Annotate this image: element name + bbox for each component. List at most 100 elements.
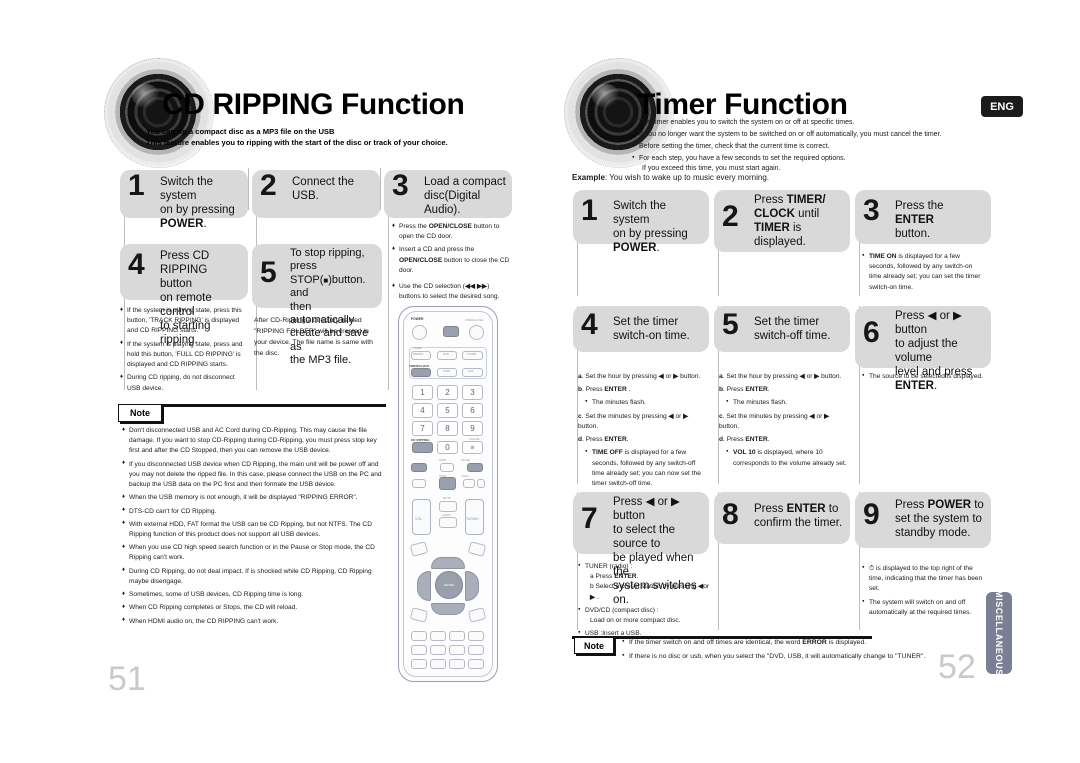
- right-step7-sub: TUNER (radio) : a Press ENTER. b Select …: [578, 562, 710, 643]
- left-step-2-number: 2: [260, 169, 277, 202]
- right-step5-b-note: The minutes flash.: [719, 398, 849, 408]
- remote-rewind-button[interactable]: [412, 479, 426, 488]
- remote-onoff-text: ON/OFF: [413, 353, 424, 356]
- remote-key-9[interactable]: 9: [462, 421, 483, 436]
- right-lead-3: Before setting the timer, check that the…: [632, 142, 1012, 153]
- remote-pause-label: PAUSE: [461, 459, 471, 462]
- remote-next-track-button[interactable]: [467, 463, 483, 472]
- left-note-10: When HDMI audio on, the CD RIPPING can't…: [122, 616, 384, 627]
- remote-key-5[interactable]: 5: [437, 403, 458, 418]
- left-step4-note-2: If the system is playing state, press an…: [120, 339, 246, 371]
- right-step6-note: The source to be selected is displayed.: [862, 372, 986, 385]
- remote-key-0[interactable]: 0: [437, 441, 458, 454]
- remote-prev-track-button[interactable]: [411, 463, 427, 472]
- left-step-2-text: Connect the USB.: [292, 176, 355, 203]
- right-step5-d-note: VOL 10 is displayed, where 10 correspond…: [719, 448, 849, 468]
- left-lead-line-2: This feature enables you to ripping with…: [146, 138, 448, 148]
- remote-port-label: PORT: [443, 370, 451, 373]
- col-rule-3b: [380, 168, 381, 210]
- left-step-2: 2 Connect the USB.: [252, 170, 380, 218]
- remote-dvd-label: DVD: [443, 353, 449, 356]
- right-step-5: 5 Set the timer switch-off time.: [714, 306, 850, 352]
- right-step-9-number: 9: [863, 498, 880, 531]
- left-step-4: 4 Press CD RIPPING button on remote contro…: [120, 244, 248, 346]
- right-lead: The timer enables you to switch the syst…: [632, 118, 1012, 176]
- remote-key-4[interactable]: 4: [412, 403, 433, 418]
- remote-echo-button[interactable]: [468, 645, 484, 655]
- right-step9-sub: ⏱ is displayed to the top right of the t…: [862, 564, 986, 621]
- manual-spread: CD RIPPING Function You can rip a compac…: [0, 0, 1080, 763]
- remote-zoom-button[interactable]: [449, 659, 465, 669]
- remote-psound-button[interactable]: [430, 645, 446, 655]
- right-example-label: Example: [572, 173, 605, 182]
- left-page-title: CD RIPPING Function: [162, 88, 465, 121]
- remote-pbass-button[interactable]: [449, 645, 465, 655]
- remote-key-2[interactable]: 2: [437, 385, 458, 400]
- right-lead-1: The timer enables you to switch the syst…: [632, 118, 1012, 129]
- right-step-2: 2 Press TIMER/CLOCK until TIMER is display…: [714, 190, 850, 252]
- right-step7-dvdcd: DVD/CD (compact disc) :: [578, 606, 710, 616]
- remote-timer-clock-button[interactable]: [411, 368, 431, 377]
- remote-key-7[interactable]: 7: [412, 421, 433, 436]
- col-rule-3: [388, 210, 389, 390]
- remote-dspeq-button[interactable]: [411, 631, 427, 641]
- right-step-8-text: Press ENTER to confirm the timer.: [754, 503, 843, 530]
- right-step-2-text: Press TIMER/CLOCK until TIMER is displayed…: [754, 194, 826, 249]
- remote-open-close-button[interactable]: [443, 326, 459, 337]
- remote-subtitle-button[interactable]: [468, 631, 484, 641]
- right-step-7-number: 7: [581, 502, 598, 535]
- remote-key-8[interactable]: 8: [437, 421, 458, 436]
- remote-key-1[interactable]: 1: [412, 385, 433, 400]
- remote-svol-button[interactable]: [430, 659, 446, 669]
- remote-enter-button[interactable]: ENTER: [435, 571, 463, 599]
- right-step-5-number: 5: [722, 308, 739, 341]
- remote-standby-indicator: [469, 325, 484, 340]
- remote-step-button[interactable]: [440, 463, 454, 472]
- remote-aux-label: AUX: [468, 370, 474, 373]
- remote-tuner-memory-button[interactable]: [449, 631, 465, 641]
- right-step-3-number: 3: [863, 194, 880, 227]
- right-step5-sub: a. Set the hour by pressing ◀ or ▶ butto…: [719, 372, 849, 472]
- remote-sleep-button[interactable]: [411, 659, 427, 669]
- remote-vol-label: VOL: [415, 517, 423, 521]
- remote-audio-button[interactable]: [439, 517, 457, 528]
- remote-nav-left[interactable]: [417, 571, 431, 601]
- right-notes-list: If the timer switch on and off times are…: [622, 638, 942, 665]
- remote-repeat-button[interactable]: [430, 631, 446, 641]
- left-note-5: With external HDD, FAT format the USB ca…: [122, 519, 384, 540]
- remote-stop-button[interactable]: [439, 477, 456, 490]
- right-step4-b-note: The minutes flash.: [578, 398, 708, 408]
- remote-power-button[interactable]: [412, 325, 427, 340]
- right-step4-c: c. Set the minutes by pressing ◀ or ▶ bu…: [578, 412, 689, 430]
- left-step3-notes: Press the OPEN/CLOSE button to open the …: [392, 221, 510, 306]
- remote-control-illustration: POWER OPEN/CLOSE TIMER ON/OFF DVD TUNER …: [398, 306, 498, 682]
- left-step3-note-3: Use the CD selection (◀◀ ▶▶) buttons to …: [392, 282, 510, 302]
- remote-dimmer-button[interactable]: [411, 645, 427, 655]
- remote-key-3[interactable]: 3: [462, 385, 483, 400]
- left-step-1: 1 Switch the system on by pressing POWER.: [120, 170, 248, 230]
- right-step4-d-note: TIME OFF is displayed for a few seconds,…: [578, 448, 708, 489]
- right-step-4-text: Set the timer switch-on time.: [613, 316, 690, 343]
- left-step-4-number: 4: [128, 248, 145, 281]
- left-note-7: During CD Ripping, do not deal impact. I…: [122, 566, 384, 587]
- remote-play-label: PLAY: [462, 475, 469, 478]
- right-step-4-number: 4: [581, 308, 598, 341]
- right-step7-b: b Select a preset station by pressing ◀o…: [590, 583, 710, 601]
- remote-nav-up[interactable]: [431, 557, 465, 569]
- remote-mute-button[interactable]: [439, 501, 457, 512]
- remote-openclose-label: OPEN/CLOSE: [465, 319, 483, 322]
- right-example-text: : You wish to wake up to music every mor…: [604, 173, 769, 182]
- remote-most-button[interactable]: [468, 659, 484, 669]
- right-lead-2: If you no longer want the system to be s…: [632, 130, 1012, 141]
- left-step3-note-2: Insert a CD and press the OPEN/CLOSE but…: [392, 245, 510, 276]
- remote-cd-ripping-button[interactable]: [412, 442, 433, 453]
- remote-cancel-button[interactable]: ⊘: [462, 441, 483, 454]
- right-step-1-number: 1: [581, 194, 598, 227]
- remote-step-label: STEP: [439, 459, 447, 462]
- remote-nav-down[interactable]: [431, 603, 465, 615]
- remote-key-6[interactable]: 6: [462, 403, 483, 418]
- remote-forward-button[interactable]: [477, 479, 485, 488]
- right-step5-a: a. Set the hour by pressing ◀ or ▶ butto…: [719, 373, 842, 380]
- left-step-1-text: Switch the system on by pressing POWER.: [160, 176, 235, 231]
- remote-play-button[interactable]: [463, 479, 475, 488]
